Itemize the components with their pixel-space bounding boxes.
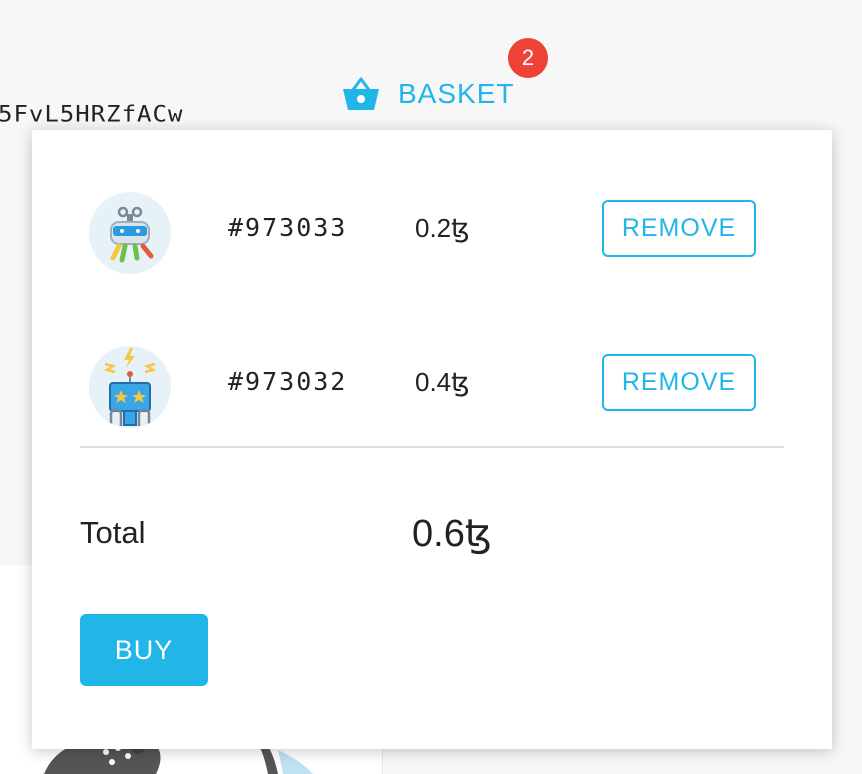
item-id: #973032 bbox=[228, 367, 348, 396]
robot-avatar bbox=[89, 346, 171, 428]
divider bbox=[80, 446, 784, 448]
item-id: #973033 bbox=[228, 213, 348, 242]
item-price: 0.4ꜩ bbox=[415, 367, 470, 397]
robot-avatar bbox=[89, 192, 171, 274]
basket-item: #973032 0.4ꜩ REMOVE bbox=[32, 336, 832, 436]
buy-button[interactable]: BUY bbox=[80, 614, 208, 686]
basket-count-badge: 2 bbox=[508, 38, 548, 78]
remove-item-button[interactable]: REMOVE bbox=[602, 200, 756, 257]
item-price: 0.2ꜩ bbox=[415, 213, 470, 243]
remove-item-button[interactable]: REMOVE bbox=[602, 354, 756, 411]
basket-icon bbox=[343, 77, 379, 110]
account-address: 5FvL5HRZfACw bbox=[0, 101, 184, 127]
basket-label: BASKET bbox=[398, 78, 515, 109]
basket-item: #973033 0.2ꜩ REMOVE bbox=[32, 182, 832, 282]
basket-button[interactable]: BASKET bbox=[342, 74, 514, 114]
basket-dropdown: #973033 0.2ꜩ REMOVE #973032 0.4ꜩ REMOVE bbox=[32, 130, 832, 749]
total-label: Total bbox=[80, 515, 146, 550]
total-value: 0.6ꜩ bbox=[412, 513, 492, 555]
